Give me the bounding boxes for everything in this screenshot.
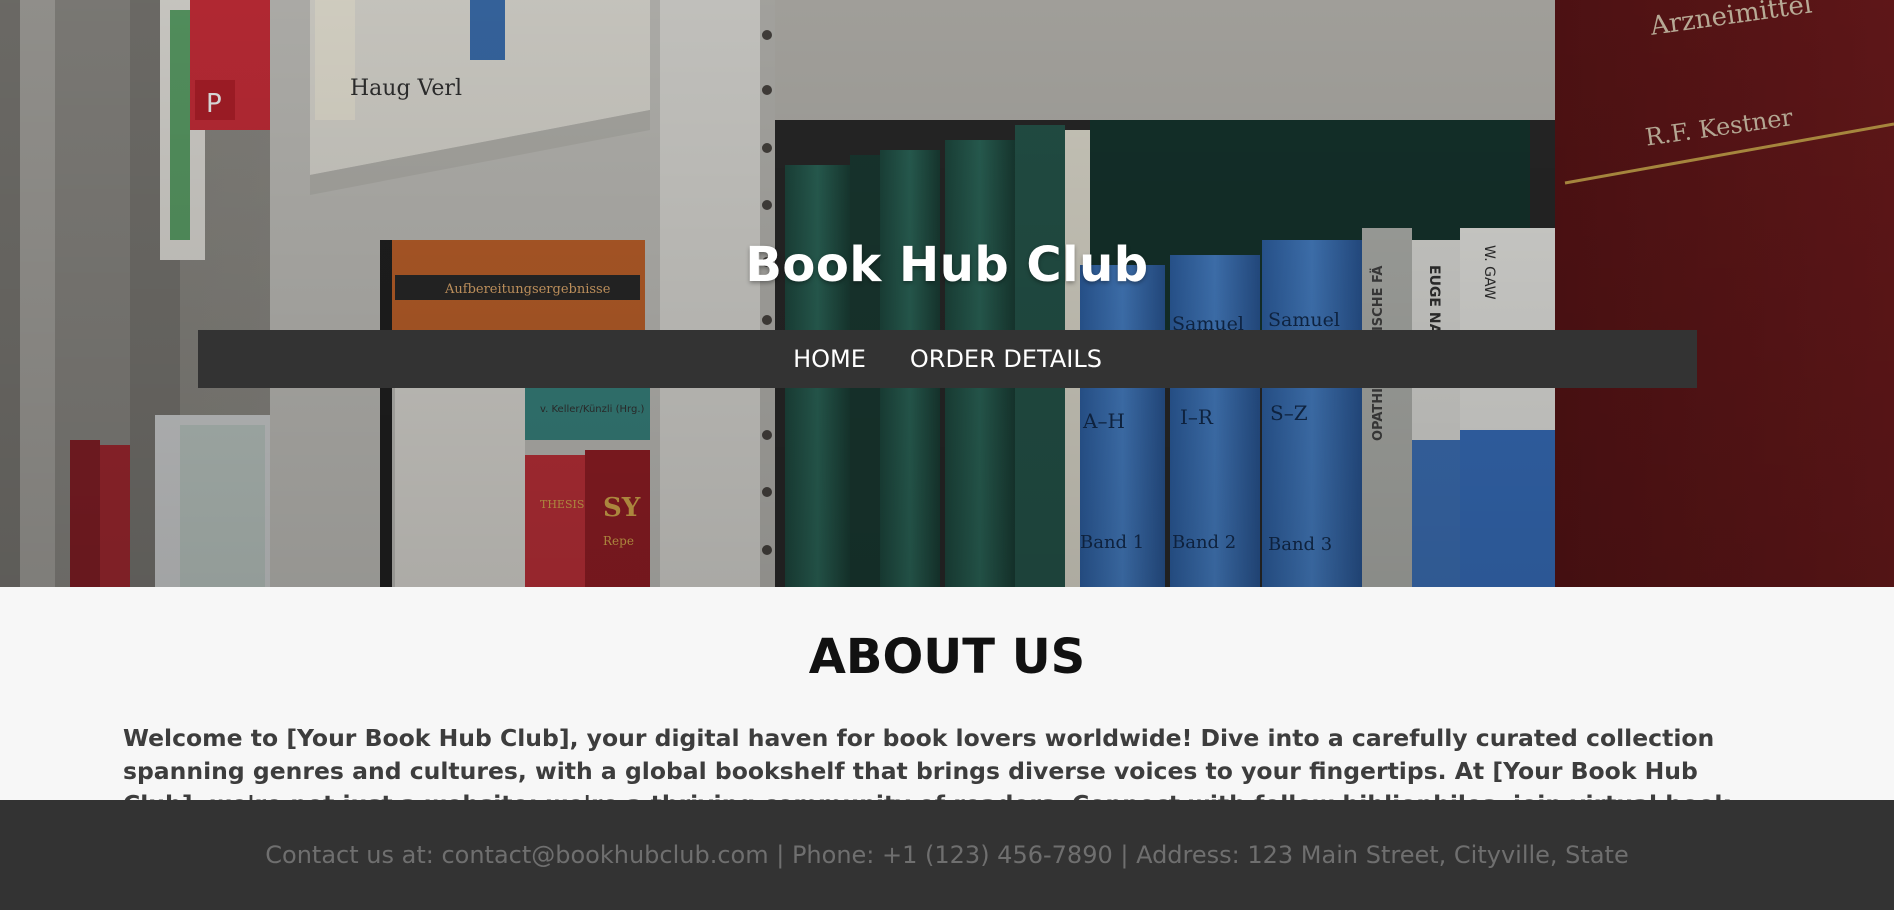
hero-banner: P Haug Verl Aufbereitungsergebnisse v. K… bbox=[0, 0, 1894, 587]
nav-order-details-link[interactable]: ORDER DETAILS bbox=[910, 345, 1102, 373]
main-navbar: HOME ORDER DETAILS bbox=[198, 330, 1697, 388]
about-heading: ABOUT US bbox=[808, 629, 1086, 685]
page-footer: Contact us at: contact@bookhubclub.com |… bbox=[0, 800, 1894, 910]
site-title: Book Hub Club bbox=[745, 237, 1149, 293]
bookshelf-photo: P Haug Verl Aufbereitungsergebnisse v. K… bbox=[0, 0, 1894, 587]
nav-home-link[interactable]: HOME bbox=[793, 345, 866, 373]
footer-contact-text: Contact us at: contact@bookhubclub.com |… bbox=[265, 841, 1629, 869]
about-section: ABOUT US Welcome to [Your Book Hub Club]… bbox=[0, 587, 1894, 800]
about-description: Welcome to [Your Book Hub Club], your di… bbox=[123, 724, 1730, 800]
